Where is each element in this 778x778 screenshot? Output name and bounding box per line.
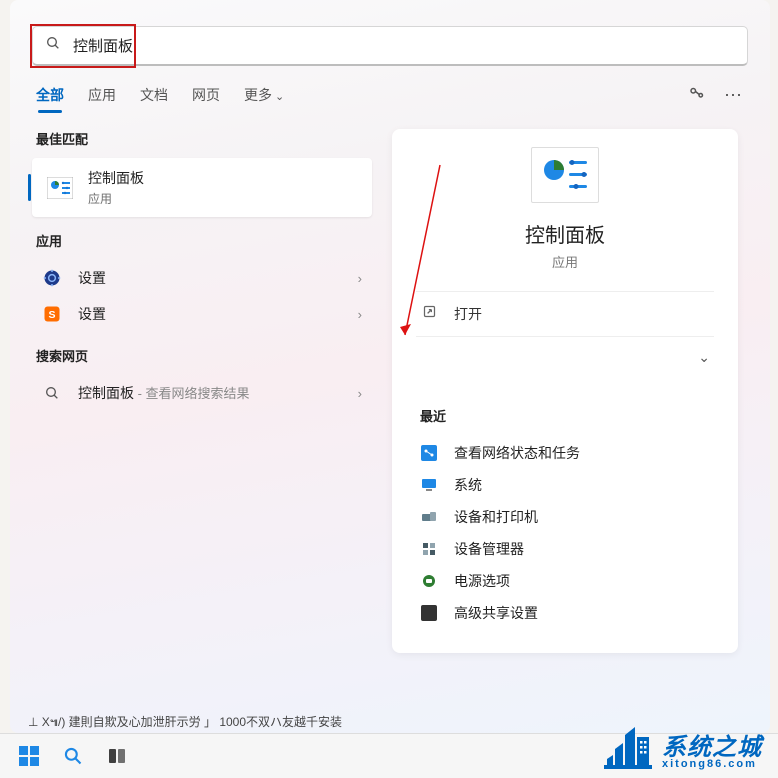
chevron-right-icon: ›	[358, 386, 362, 401]
preview-column: 控制面板 应用 打开 ⌄ 最近 查看网络状态和任务	[372, 115, 762, 653]
open-link-icon	[420, 304, 438, 324]
advanced-sharing-icon	[420, 604, 438, 622]
preview-card: 控制面板 应用 打开 ⌄ 最近 查看网络状态和任务	[392, 129, 738, 653]
tabs-row: 全部 应用 文档 网页 更多⌄ ⋯	[10, 78, 770, 115]
background-cropped-text: ⊥ Χ๚/) 建則自欺及心加泄肝示労 」 1000不双ハ友越千安装	[28, 713, 342, 732]
best-match-card[interactable]: 控制面板 应用	[32, 158, 372, 217]
tab-docs[interactable]: 文档	[140, 85, 168, 105]
search-bar[interactable]	[32, 26, 748, 66]
device-manager-icon	[420, 540, 438, 558]
preview-subtitle: 应用	[552, 252, 578, 271]
action-open-label: 打开	[454, 304, 710, 324]
svg-text:S: S	[48, 309, 55, 321]
results-left-column: 最佳匹配 控制面板	[32, 115, 372, 653]
recent-item-system[interactable]: 系统	[416, 469, 714, 501]
action-open[interactable]: 打开	[416, 292, 714, 337]
recent-item-label: 设备管理器	[454, 539, 524, 559]
results-content: 最佳匹配 控制面板	[10, 115, 770, 653]
recent-item-device-manager[interactable]: 设备管理器	[416, 533, 714, 565]
recent-item-network-status[interactable]: 查看网络状态和任务	[416, 437, 714, 469]
app-result-settings-2[interactable]: S 设置 ›	[32, 296, 372, 332]
best-match-subtitle: 应用	[88, 190, 144, 207]
recent-item-devices-printers[interactable]: 设备和打印机	[416, 501, 714, 533]
search-results-window: 全部 应用 文档 网页 更多⌄ ⋯ 最佳匹配	[10, 0, 770, 733]
recent-item-power-options[interactable]: 电源选项	[416, 565, 714, 597]
settings-gear-icon	[42, 268, 62, 288]
tab-more-label: 更多	[244, 87, 272, 103]
power-options-icon	[420, 572, 438, 590]
task-view-button[interactable]	[96, 740, 138, 772]
taskbar-search-button[interactable]	[52, 740, 94, 772]
watermark-title: 系统之城	[662, 727, 762, 762]
system-icon	[420, 476, 438, 494]
watermark-logo-icon	[602, 722, 654, 774]
ellipsis-icon[interactable]: ⋯	[724, 86, 744, 104]
chevron-down-icon: ⌄	[275, 91, 284, 103]
recent-item-label: 电源选项	[454, 571, 510, 591]
apps-label: 应用	[36, 231, 372, 250]
chevron-down-icon: ⌄	[698, 349, 710, 366]
control-panel-large-icon	[531, 147, 599, 203]
web-label: 搜索网页	[36, 346, 372, 365]
search-input[interactable]	[73, 37, 747, 54]
watermark: 系统之城 xitong86.com	[596, 720, 768, 776]
action-expand[interactable]: ⌄	[416, 337, 714, 378]
recent-item-label: 高级共享设置	[454, 603, 538, 623]
search-icon	[45, 35, 61, 56]
tab-all[interactable]: 全部	[36, 85, 64, 105]
tab-apps[interactable]: 应用	[88, 85, 116, 105]
network-status-icon	[420, 444, 438, 462]
search-icon	[42, 383, 62, 403]
web-search-suffix: - 查看网络搜索结果	[134, 386, 250, 401]
app-result-label: 设置	[78, 304, 358, 324]
preview-header: 控制面板 应用	[416, 147, 714, 292]
recent-item-label: 设备和打印机	[454, 507, 538, 527]
watermark-domain: xitong86.com	[662, 758, 762, 770]
web-search-text: 控制面板 - 查看网络搜索结果	[78, 383, 358, 403]
start-button[interactable]	[8, 740, 50, 772]
recent-item-advanced-sharing[interactable]: 高级共享设置	[416, 597, 714, 629]
account-share-icon[interactable]	[688, 84, 706, 105]
web-search-prefix: 控制面板	[78, 385, 134, 401]
tab-more[interactable]: 更多⌄	[244, 85, 284, 105]
recent-label: 最近	[420, 406, 714, 425]
preview-title: 控制面板	[525, 219, 605, 248]
best-match-label: 最佳匹配	[36, 129, 372, 148]
control-panel-icon	[46, 174, 74, 202]
app-result-label: 设置	[78, 268, 358, 288]
app-result-settings-1[interactable]: 设置 ›	[32, 260, 372, 296]
recent-item-label: 查看网络状态和任务	[454, 443, 580, 463]
tab-web[interactable]: 网页	[192, 85, 220, 105]
search-bar-container	[10, 0, 770, 78]
best-match-title: 控制面板	[88, 168, 144, 188]
sogou-s-icon: S	[42, 304, 62, 324]
devices-printers-icon	[420, 508, 438, 526]
chevron-right-icon: ›	[358, 271, 362, 286]
recent-item-label: 系统	[454, 475, 482, 495]
web-search-item[interactable]: 控制面板 - 查看网络搜索结果 ›	[32, 375, 372, 411]
chevron-right-icon: ›	[358, 307, 362, 322]
